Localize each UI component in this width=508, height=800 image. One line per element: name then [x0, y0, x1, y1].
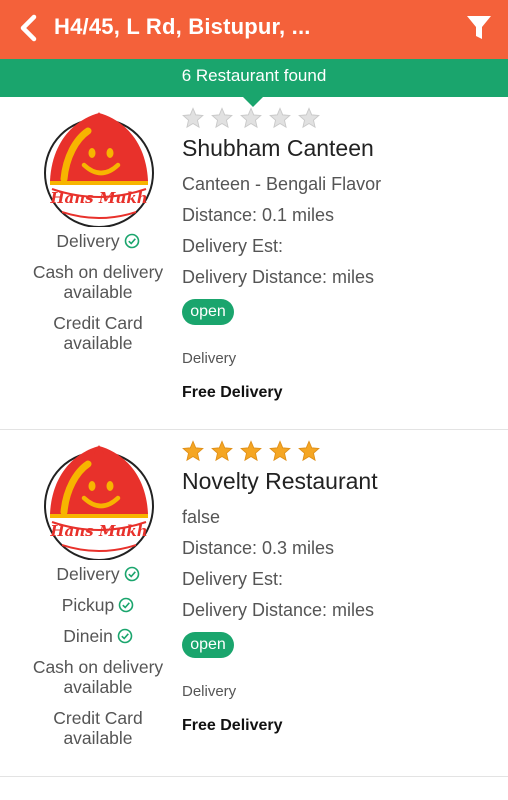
delivery-label: Delivery — [182, 350, 237, 367]
delivery-fee: Free Delivery — [182, 717, 283, 734]
rating-stars — [182, 440, 327, 464]
feature-delivery: Delivery — [0, 564, 196, 584]
restaurant-logo[interactable]: Hans Mukh — [42, 109, 156, 227]
delivery-est-text: Delivery Est: — [182, 236, 284, 256]
delivery-distance-text: Delivery Distance: miles — [182, 600, 375, 620]
check-circle-icon — [117, 628, 133, 644]
check-circle-icon — [118, 597, 134, 613]
restaurant-card[interactable]: Hans Mukh Delivery Pickup Dinein Cash on… — [0, 430, 508, 777]
restaurant-name[interactable]: Shubham Canteen — [182, 135, 374, 162]
feature-credit-card: Credit Card available — [53, 313, 143, 353]
location-title[interactable]: H4/45, L Rd, Bistupur, ... — [54, 14, 311, 40]
feature-credit-card: Credit Card available — [53, 708, 143, 748]
features-list: Delivery Pickup Dinein Cash on delivery … — [0, 564, 196, 759]
cuisine-text: Canteen - Bengali Flavor — [182, 174, 382, 194]
delivery-label: Delivery — [182, 683, 237, 700]
cuisine-text: false — [182, 507, 221, 527]
star-filled-icon — [240, 440, 262, 462]
star-filled-icon — [269, 440, 291, 462]
feature-dinein: Dinein — [0, 626, 196, 646]
status-badge: open — [182, 299, 234, 325]
results-count: 6 Restaurant found — [181, 66, 327, 85]
feature-pickup: Pickup — [0, 595, 196, 615]
check-circle-icon — [124, 233, 139, 249]
star-filled-icon — [182, 440, 204, 462]
features-list: Delivery Cash on delivery available Cred… — [0, 231, 196, 364]
feature-delivery: Delivery — [0, 231, 196, 251]
filter-funnel-icon[interactable] — [466, 14, 492, 42]
check-circle-icon — [124, 566, 139, 582]
logo-text: Hans Mukh — [49, 522, 147, 540]
distance-text: Distance: 0.1 miles — [182, 205, 335, 225]
star-empty-icon — [269, 107, 291, 129]
star-empty-icon — [298, 107, 320, 129]
delivery-est-text: Delivery Est: — [182, 569, 284, 589]
star-empty-icon — [240, 107, 262, 129]
feature-cash-on-delivery: Cash on delivery available — [32, 262, 164, 302]
status-badge: open — [182, 632, 234, 658]
delivery-distance-text: Delivery Distance: miles — [182, 267, 375, 287]
rating-stars — [182, 107, 327, 131]
delivery-fee: Free Delivery — [182, 384, 283, 401]
star-filled-icon — [298, 440, 320, 462]
app-header: H4/45, L Rd, Bistupur, ... — [0, 0, 508, 59]
feature-cash-on-delivery: Cash on delivery available — [32, 657, 164, 697]
star-empty-icon — [182, 107, 204, 129]
restaurant-logo[interactable]: Hans Mukh — [42, 442, 156, 560]
back-arrow-icon[interactable] — [14, 13, 44, 43]
restaurant-name[interactable]: Novelty Restaurant — [182, 468, 378, 495]
distance-text: Distance: 0.3 miles — [182, 538, 335, 558]
results-banner: 6 Restaurant found — [0, 59, 508, 97]
star-filled-icon — [211, 440, 233, 462]
logo-text: Hans Mukh — [49, 189, 147, 207]
star-empty-icon — [211, 107, 233, 129]
restaurant-card[interactable]: Hans Mukh Delivery Cash on delivery avai… — [0, 97, 508, 430]
